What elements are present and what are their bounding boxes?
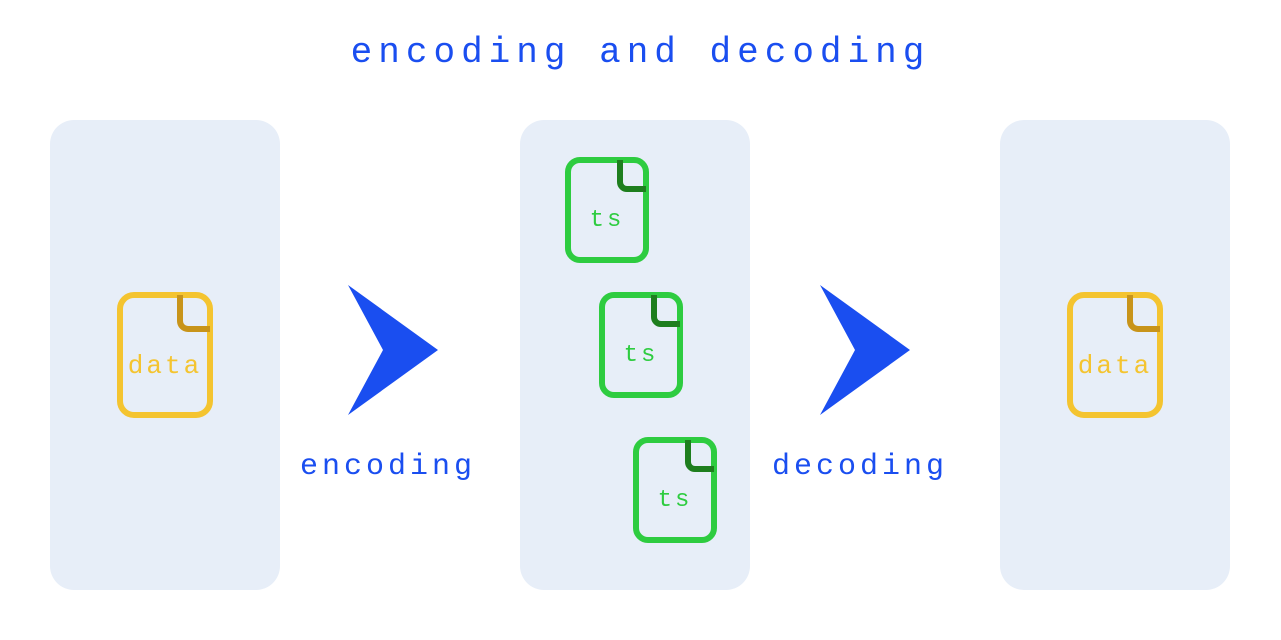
file-label-left: data [128, 351, 202, 381]
file-label-ts-1: ts [590, 207, 625, 234]
panel-output-data: data [1000, 120, 1230, 590]
arrow-decoding-icon [800, 275, 950, 425]
file-label-ts-2: ts [624, 342, 659, 369]
file-label-ts-3: ts [658, 487, 693, 514]
arrow-decoding-label: decoding [772, 450, 948, 484]
arrow-encoding-label: encoding [300, 450, 476, 484]
arrow-encoding-icon [328, 275, 478, 425]
file-icon-ts-group: ts ts ts [520, 120, 750, 590]
panel-input-data: data [50, 120, 280, 590]
file-icon-data-left: data [50, 120, 280, 590]
panel-encoded-ts: ts ts ts [520, 120, 750, 590]
file-icon-data-right: data [1000, 120, 1230, 590]
diagram-title: encoding and decoding [0, 32, 1281, 73]
file-label-right: data [1078, 351, 1152, 381]
